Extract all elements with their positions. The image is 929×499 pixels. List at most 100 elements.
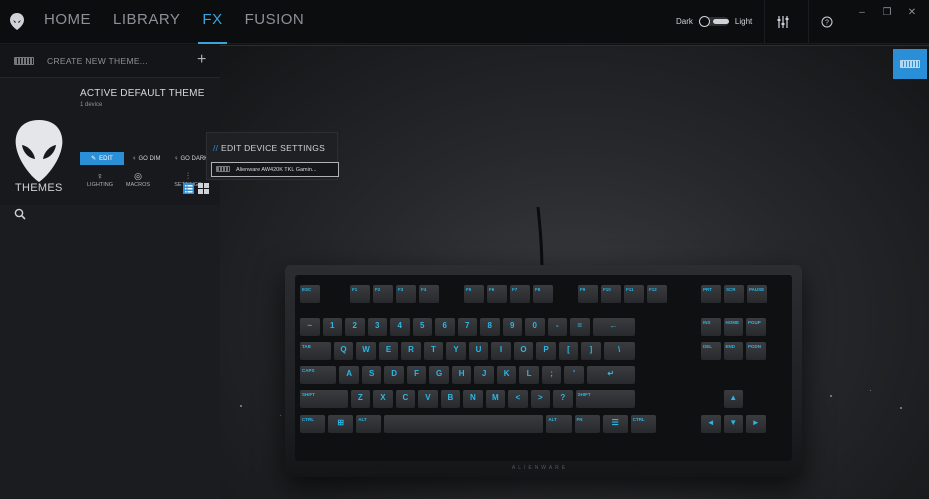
key-symbol[interactable]: ↵ xyxy=(586,366,635,384)
key-symbol[interactable]: ? xyxy=(553,390,573,408)
lighting-tool[interactable]: ♀ LIGHTING xyxy=(80,171,120,195)
create-theme-row[interactable]: CREATE NEW THEME... + xyxy=(0,45,220,78)
key-symbol[interactable]: ; xyxy=(541,366,562,384)
keyboard-device[interactable]: ESC F1 F2 F3 F4 F5 F6 F7 F8 F9 F10 F11 F12 PRT SCR PAUS… xyxy=(285,265,802,477)
key-ctrl[interactable]: CTRL xyxy=(300,415,326,433)
macros-tool[interactable]: ◎ MACROS xyxy=(118,171,158,195)
key-w[interactable]: W xyxy=(356,342,376,360)
key-shift[interactable]: SHIFT xyxy=(575,390,635,408)
close-button[interactable]: ✕ xyxy=(900,4,924,20)
key-n[interactable]: N xyxy=(463,390,483,408)
key-s[interactable]: S xyxy=(361,366,382,384)
key-2[interactable]: 2 xyxy=(345,318,365,336)
key-symbol[interactable]: > xyxy=(530,390,551,408)
key-end[interactable]: END xyxy=(723,342,743,360)
key-z[interactable]: Z xyxy=(350,390,371,408)
restore-button[interactable]: ❐ xyxy=(875,4,899,20)
key-h[interactable]: H xyxy=(451,366,472,384)
key-scr[interactable]: SCR xyxy=(724,285,744,303)
key-del[interactable]: DEL xyxy=(701,342,721,360)
key-y[interactable]: Y xyxy=(446,342,466,360)
key-e[interactable]: E xyxy=(378,342,399,360)
key-ctrl[interactable]: CTRL xyxy=(630,415,656,433)
key-alt[interactable]: ALT xyxy=(356,415,382,433)
key-4[interactable]: 4 xyxy=(390,318,410,336)
key-l[interactable]: L xyxy=(519,366,539,384)
key-3[interactable]: 3 xyxy=(367,318,387,336)
key-symbol[interactable]: ► xyxy=(746,415,766,433)
key-f4[interactable]: F4 xyxy=(419,285,439,303)
key-symbol[interactable]: \ xyxy=(603,342,635,360)
go-dim-button[interactable]: ♀ GO DIM xyxy=(132,152,161,165)
key-f6[interactable]: F6 xyxy=(487,285,507,303)
key-8[interactable]: 8 xyxy=(480,318,500,336)
key-k[interactable]: K xyxy=(496,366,517,384)
key-home[interactable]: HOME xyxy=(723,318,743,336)
key-f5[interactable]: F5 xyxy=(464,285,484,303)
key-f2[interactable]: F2 xyxy=(373,285,393,303)
key-symbol[interactable]: = xyxy=(570,318,590,336)
key-r[interactable]: R xyxy=(401,342,421,360)
key-f12[interactable]: F12 xyxy=(647,285,667,303)
alienware-logo-icon[interactable] xyxy=(10,13,24,30)
nav-fx[interactable]: FX xyxy=(198,11,227,44)
nav-fusion[interactable]: FUSION xyxy=(245,11,305,35)
go-dark-button[interactable]: ♀ GO DARK xyxy=(174,152,208,165)
key-shift[interactable]: SHIFT xyxy=(300,390,348,408)
key-v[interactable]: V xyxy=(418,390,438,408)
device-menu-item[interactable]: Alienware AW420K TKL Gamin... xyxy=(211,162,339,177)
sliders-icon[interactable] xyxy=(764,0,800,44)
key-1[interactable]: 1 xyxy=(322,318,342,336)
key-f9[interactable]: F9 xyxy=(578,285,598,303)
edit-theme-button[interactable]: ✎ EDIT xyxy=(80,152,124,165)
key-symbol[interactable]: ] xyxy=(581,342,601,360)
key-6[interactable]: 6 xyxy=(435,318,455,336)
nav-home[interactable]: HOME xyxy=(44,11,91,35)
list-view-icon[interactable] xyxy=(183,183,194,194)
key-symbol[interactable]: < xyxy=(508,390,528,408)
key-7[interactable]: 7 xyxy=(457,318,477,336)
key-symbol[interactable]: ◄ xyxy=(701,415,721,433)
minimize-button[interactable]: – xyxy=(850,4,874,20)
key-caps[interactable]: CAPS xyxy=(300,366,337,384)
key-symbol[interactable]: ▲ xyxy=(723,390,743,408)
key-o[interactable]: O xyxy=(513,342,534,360)
grid-view-icon[interactable] xyxy=(198,183,209,194)
key-symbol[interactable]: ▼ xyxy=(723,415,743,433)
key-symbol[interactable]: ☰ xyxy=(602,415,628,433)
nav-library[interactable]: LIBRARY xyxy=(113,11,180,35)
key-f10[interactable]: F10 xyxy=(601,285,621,303)
key-tab[interactable]: TAB xyxy=(300,342,331,360)
key-f7[interactable]: F7 xyxy=(510,285,530,303)
key-symbol[interactable]: ~ xyxy=(300,318,320,336)
theme-toggle[interactable]: Dark Light xyxy=(676,16,752,27)
key-0[interactable]: 0 xyxy=(525,318,545,336)
key-b[interactable]: B xyxy=(440,390,461,408)
key-pgdn[interactable]: PGDN xyxy=(746,342,766,360)
key-space[interactable] xyxy=(384,415,544,433)
key-alt[interactable]: ALT xyxy=(546,415,572,433)
add-theme-button[interactable]: + xyxy=(197,51,206,69)
key-f1[interactable]: F1 xyxy=(350,285,370,303)
key-d[interactable]: D xyxy=(384,366,404,384)
key-f8[interactable]: F8 xyxy=(533,285,553,303)
key-esc[interactable]: ESC xyxy=(300,285,320,303)
key-symbol[interactable]: - xyxy=(547,318,567,336)
theme-switch[interactable] xyxy=(698,16,729,27)
key-p[interactable]: P xyxy=(536,342,556,360)
key-f11[interactable]: F11 xyxy=(624,285,644,303)
key-x[interactable]: X xyxy=(373,390,393,408)
key-q[interactable]: Q xyxy=(333,342,354,360)
key-j[interactable]: J xyxy=(474,366,494,384)
key-symbol[interactable]: ⊞ xyxy=(328,415,354,433)
key-m[interactable]: M xyxy=(485,390,506,408)
key-9[interactable]: 9 xyxy=(502,318,522,336)
help-circle-icon[interactable]: ? xyxy=(808,0,844,44)
key-i[interactable]: I xyxy=(491,342,511,360)
key-t[interactable]: T xyxy=(423,342,444,360)
search-icon[interactable] xyxy=(14,208,26,220)
key-f[interactable]: F xyxy=(406,366,427,384)
key-f3[interactable]: F3 xyxy=(396,285,416,303)
key-c[interactable]: C xyxy=(395,390,416,408)
key-5[interactable]: 5 xyxy=(412,318,432,336)
